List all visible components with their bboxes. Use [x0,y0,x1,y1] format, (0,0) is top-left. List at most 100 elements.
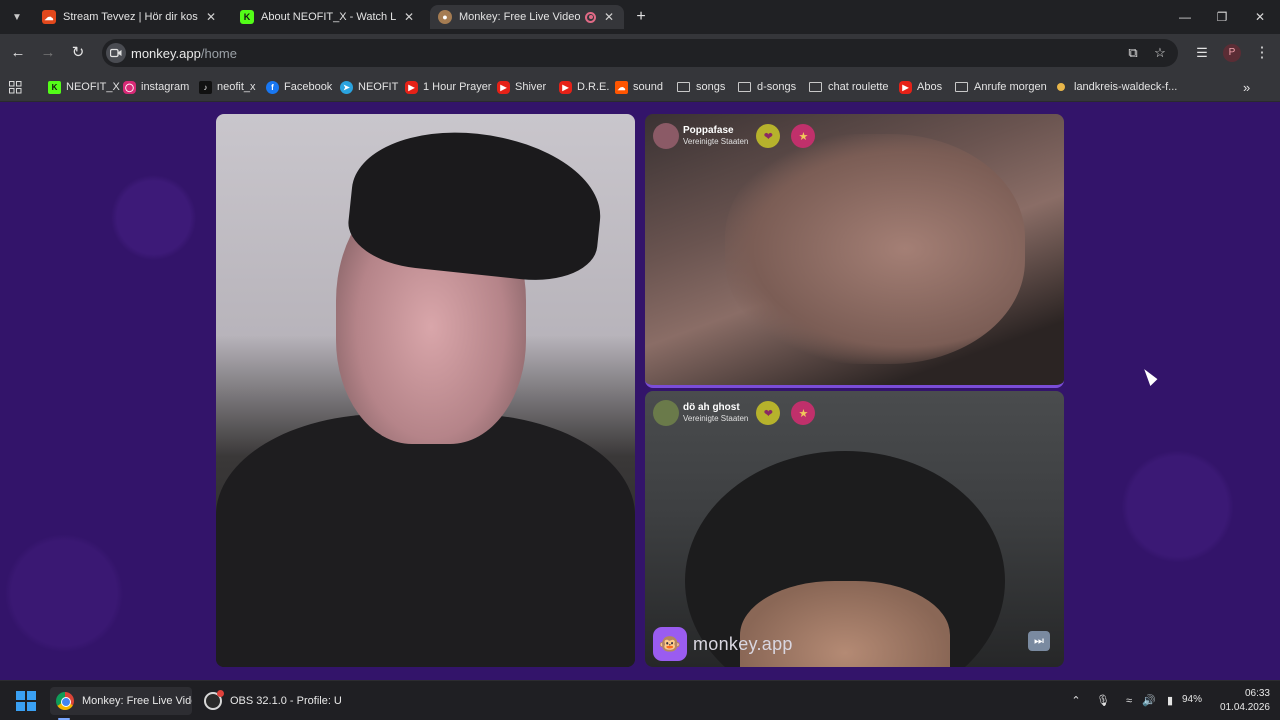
media-controls-icon[interactable]: ☰ [1192,43,1212,63]
reload-button[interactable]: ↻ [68,43,88,63]
obs-icon [204,690,224,710]
taskbar-app-label: OBS 32.1.0 - Profile: Unt [230,695,342,707]
bookmark-shiver[interactable]: ▶ Shiver [497,78,546,96]
peer-video-feed-1: Poppafase Vereinigte Staaten ❤ ★ [645,114,1064,388]
bookmark-label: Anrufe morgen [974,81,1047,93]
grid-icon [9,80,22,93]
skip-forward-icon: ⏭ [1034,635,1044,647]
youtube-icon: ▶ [497,80,510,94]
heart-icon: ❤ [763,130,773,143]
instagram-icon: ◯ [123,80,136,94]
report-button[interactable]: ★ [791,401,816,425]
bookmark-landkreis[interactable]: landkreis-waldeck-f... [1057,78,1177,96]
bookmark-label: 1 Hour Prayer [423,81,492,93]
youtube-icon: ▶ [559,80,572,94]
bookmark-label: Abos [917,81,943,93]
peer-name: Poppafase [683,125,734,136]
site-info-icon[interactable] [106,43,126,63]
bookmark-dre[interactable]: ▶ D.R.E. [559,78,609,96]
taskbar-app-obs[interactable]: OBS 32.1.0 - Profile: Unt [198,687,342,715]
peer-video-1-subject [725,134,1025,364]
report-button[interactable]: ★ [791,124,816,148]
camera-icon [110,48,122,58]
tab-search-chevron-icon[interactable]: ▼ [6,7,28,27]
youtube-icon: ▶ [899,80,912,94]
tab-kick[interactable]: K About NEOFIT_X - Watch Live o ✕ [232,5,424,29]
tray-overflow-chevron-icon[interactable]: ⌃ [1068,693,1084,709]
bookmark-abos[interactable]: ▶ Abos [899,78,942,96]
youtube-icon: ▶ [405,80,418,94]
close-window-button[interactable]: ✕ [1250,8,1270,26]
link-icon [1057,83,1065,91]
install-app-icon[interactable]: ⧉ [1124,44,1142,62]
skip-next-button[interactable]: ⏭ [1028,631,1050,651]
windows-taskbar: Monkey: Free Live Video OBS 32.1.0 - Pro… [0,680,1280,720]
bookmark-star-icon[interactable]: ☆ [1151,44,1169,62]
bookmark-label: neofit_x [217,81,256,93]
bookmark-instagram[interactable]: ◯ instagram [123,78,189,96]
bookmark-telegram[interactable]: ➤ NEOFIT [340,78,398,96]
self-video-feed [216,114,635,667]
volume-icon[interactable]: 🔊 [1141,693,1157,709]
heart-icon: ❤ [763,407,773,420]
restore-button[interactable]: ❐ [1212,8,1232,26]
bookmark-folder-songs[interactable]: songs [677,78,725,96]
apps-grid-icon[interactable] [9,78,22,96]
tab-monkey[interactable]: ● Monkey: Free Live Video Ch ✕ [430,5,624,29]
bookmark-folder-anrufe-morgen[interactable]: Anrufe morgen [955,78,1047,96]
bookmark-1-hour-prayer[interactable]: ▶ 1 Hour Prayer [405,78,491,96]
bookmark-label: Shiver [515,81,547,93]
bookmark-folder-chat-roulette[interactable]: chat roulette [809,78,889,96]
tab-close-icon[interactable]: ✕ [402,10,416,24]
minimize-button[interactable]: — [1175,8,1195,26]
tab-strip: ▼ ☁ Stream Tevvez | Hör dir kostenl ✕ K … [0,0,1280,34]
bookmark-neofit-x[interactable]: K NEOFIT_X [48,78,120,96]
system-clock[interactable]: 06:33 01.04.2026 [1212,687,1270,715]
police-icon: ★ [798,130,809,143]
bookmark-label: songs [696,81,726,93]
bookmark-tiktok[interactable]: ♪ neofit_x [199,78,256,96]
bookmark-sound[interactable]: ☁ sound [615,78,663,96]
peer-avatar[interactable] [653,123,679,149]
bookmark-label: NEOFIT_X [66,81,120,93]
like-heart-button[interactable]: ❤ [756,401,781,425]
browser-toolbar: ← → ↻ monkey.app/home ⧉ ☆ ☰ P ⋮ [0,34,1280,72]
bookmarks-overflow-chevron-icon[interactable]: » [1243,78,1250,96]
facebook-icon: f [266,80,279,94]
peer-country: Vereinigte Staaten [683,137,749,146]
bookmark-facebook[interactable]: f Facebook [266,78,332,96]
menu-kebab-icon[interactable]: ⋮ [1252,43,1272,63]
like-heart-button[interactable]: ❤ [756,124,781,148]
kick-icon: K [48,80,61,94]
monkey-brand: 🐵 monkey.app [653,627,793,661]
folder-icon [677,82,690,92]
clock-time: 06:33 [1244,688,1270,699]
tab-close-icon[interactable]: ✕ [204,10,218,24]
windows-start-icon[interactable] [16,691,36,711]
mouse-cursor-icon [1144,366,1159,386]
peer-country: Vereinigte Staaten [683,414,749,423]
bookmark-label: Facebook [284,81,333,93]
tab-close-icon[interactable]: ✕ [602,10,616,24]
tiktok-icon: ♪ [199,80,212,94]
back-button[interactable]: ← [8,43,28,63]
battery-icon[interactable]: ▮ [1162,693,1178,709]
forward-button[interactable]: → [38,43,58,63]
tab-title: Stream Tevvez | Hör dir kostenl [63,11,198,23]
bookmark-label: D.R.E. [577,81,610,93]
peer-video-feed-2: dö ah ghost Vereinigte Staaten ❤ ★ 🐵 mon… [645,391,1064,667]
url-text[interactable]: monkey.app/home [131,46,237,61]
folder-icon [738,82,751,92]
microphone-icon[interactable]: 🎙 [1095,693,1111,709]
profile-avatar[interactable]: P [1223,44,1241,62]
taskbar-app-chrome[interactable]: Monkey: Free Live Video [50,687,192,715]
monkey-logo-icon: 🐵 [653,627,687,661]
url-path: /home [200,46,237,61]
address-bar[interactable]: monkey.app/home ⧉ ☆ [102,39,1178,67]
tab-soundcloud[interactable]: ☁ Stream Tevvez | Hör dir kostenl ✕ [34,5,226,29]
new-tab-button[interactable]: + [631,8,651,26]
peer-avatar[interactable] [653,400,679,426]
bookmark-label: NEOFIT [358,81,399,93]
bookmark-folder-d-songs[interactable]: d-songs [738,78,796,96]
wifi-icon[interactable]: ≈ [1121,693,1137,709]
